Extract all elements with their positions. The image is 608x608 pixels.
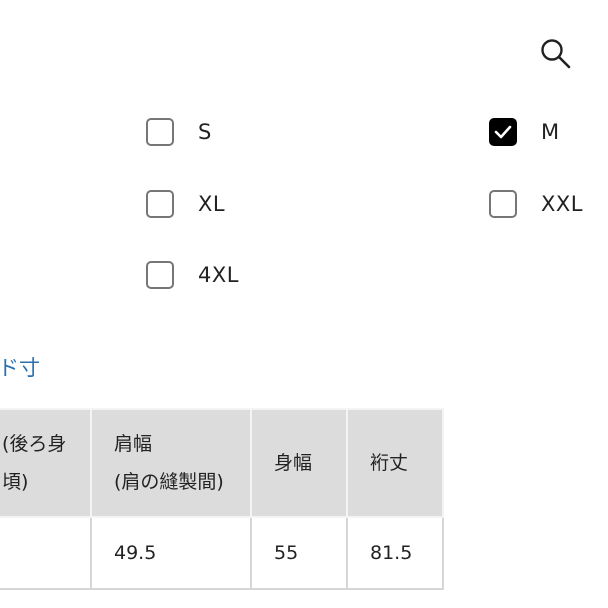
cell-back-length [0,516,92,590]
size-s-label: S [198,120,212,144]
size-m-checkbox[interactable] [489,118,517,146]
measurement-link-text: ヌード寸 [0,356,40,380]
size-4xl-label: 4XL [198,263,239,287]
size-selection-page: S M XL XXL 4XL ヌード寸 (後ろ身頃) [0,0,608,608]
size-table: (後ろ身頃) 肩幅 (肩の縫製間) 身幅 裄丈 49.5 55 81.5 [0,408,444,590]
size-m-label: M [541,120,560,144]
size-option-xl[interactable]: XL [146,190,225,218]
size-xl-checkbox[interactable] [146,190,174,218]
header-body-width: 身幅 [250,408,348,518]
header-shoulder-line2: (肩の縫製間) [114,471,224,493]
search-icon[interactable] [538,36,574,72]
size-option-4xl[interactable]: 4XL [146,261,239,289]
size-option-m[interactable]: M [489,118,560,146]
cell-sleeve: 81.5 [346,516,444,590]
table-header-row: (後ろ身頃) 肩幅 (肩の縫製間) 身幅 裄丈 [0,408,444,518]
header-back-length: (後ろ身頃) [0,408,92,518]
cell-shoulder: 49.5 [90,516,252,590]
size-xxl-label: XXL [541,192,583,216]
measurement-link[interactable]: ヌード寸 [0,352,40,382]
size-option-xxl[interactable]: XXL [489,190,583,218]
checkmark-icon [494,125,512,139]
size-xl-label: XL [198,192,226,216]
header-sleeve: 裄丈 [346,408,444,518]
header-shoulder: 肩幅 (肩の縫製間) [90,408,252,518]
cell-body-width: 55 [250,516,348,590]
header-shoulder-line1: 肩幅 [114,433,153,455]
size-s-checkbox[interactable] [146,118,174,146]
table-row: 49.5 55 81.5 [0,516,444,590]
size-4xl-checkbox[interactable] [146,261,174,289]
search-button[interactable] [538,36,574,72]
size-xxl-checkbox[interactable] [489,190,517,218]
size-option-s[interactable]: S [146,118,212,146]
